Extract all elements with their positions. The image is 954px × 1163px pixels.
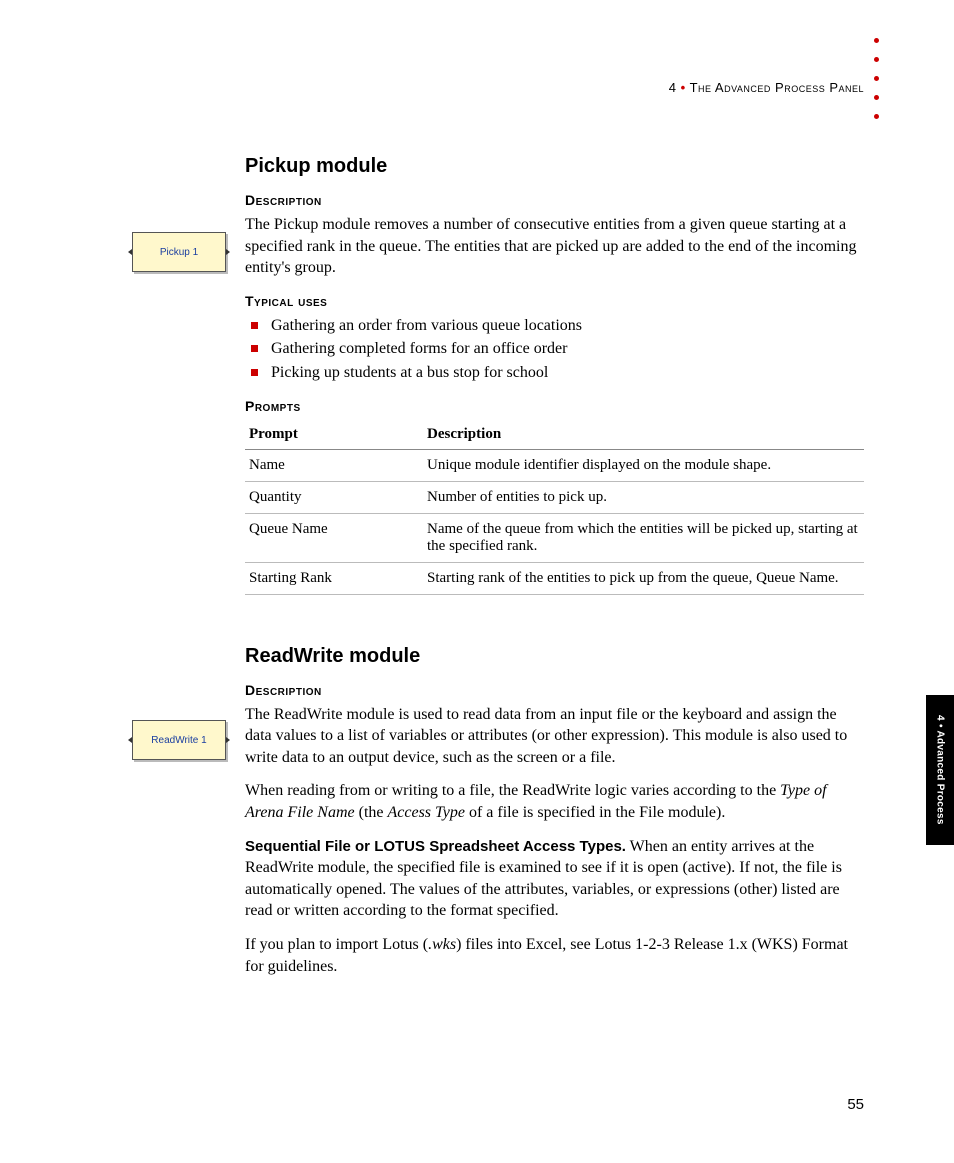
readwrite-p3: Sequential File or LOTUS Spreadsheet Acc… [245, 836, 864, 922]
pickup-prompts-heading: Prompts [245, 398, 864, 414]
readwrite-module-shape: ReadWrite 1 [132, 720, 226, 760]
side-tab: 4 • Advanced Process [926, 695, 954, 845]
page-header: 4 • The Advanced Process Panel [130, 80, 864, 95]
page-number: 55 [847, 1096, 864, 1113]
chapter-number: 4 [669, 80, 677, 95]
readwrite-title: ReadWrite module [245, 645, 864, 668]
readwrite-p1: The ReadWrite module is used to read dat… [245, 704, 864, 769]
pickup-module-shape: Pickup 1 [132, 232, 226, 272]
list-item: Picking up students at a bus stop for sc… [245, 362, 864, 384]
pickup-title: Pickup module [245, 155, 864, 178]
pickup-uses-heading: Typical uses [245, 293, 864, 309]
col-prompt: Prompt [245, 420, 423, 450]
pickup-prompts-table: Prompt Description NameUnique module ide… [245, 420, 864, 595]
col-description: Description [423, 420, 864, 450]
readwrite-p2: When reading from or writing to a file, … [245, 780, 864, 823]
table-row: NameUnique module identifier displayed o… [245, 449, 864, 481]
readwrite-shape-label: ReadWrite 1 [151, 735, 206, 746]
list-item: Gathering completed forms for an office … [245, 338, 864, 360]
pickup-desc-body: The Pickup module removes a number of co… [245, 214, 864, 279]
readwrite-p4: If you plan to import Lotus (.wks) files… [245, 934, 864, 977]
pickup-uses-list: Gathering an order from various queue lo… [245, 315, 864, 384]
decorative-dots [874, 38, 879, 119]
list-item: Gathering an order from various queue lo… [245, 315, 864, 337]
header-sep: • [681, 80, 686, 95]
table-row: Queue NameName of the queue from which t… [245, 513, 864, 562]
readwrite-desc-heading: Description [245, 682, 864, 698]
pickup-desc-heading: Description [245, 192, 864, 208]
chapter-title: The Advanced Process Panel [690, 80, 864, 95]
table-row: QuantityNumber of entities to pick up. [245, 481, 864, 513]
pickup-shape-label: Pickup 1 [160, 247, 198, 258]
table-row: Starting RankStarting rank of the entiti… [245, 562, 864, 594]
